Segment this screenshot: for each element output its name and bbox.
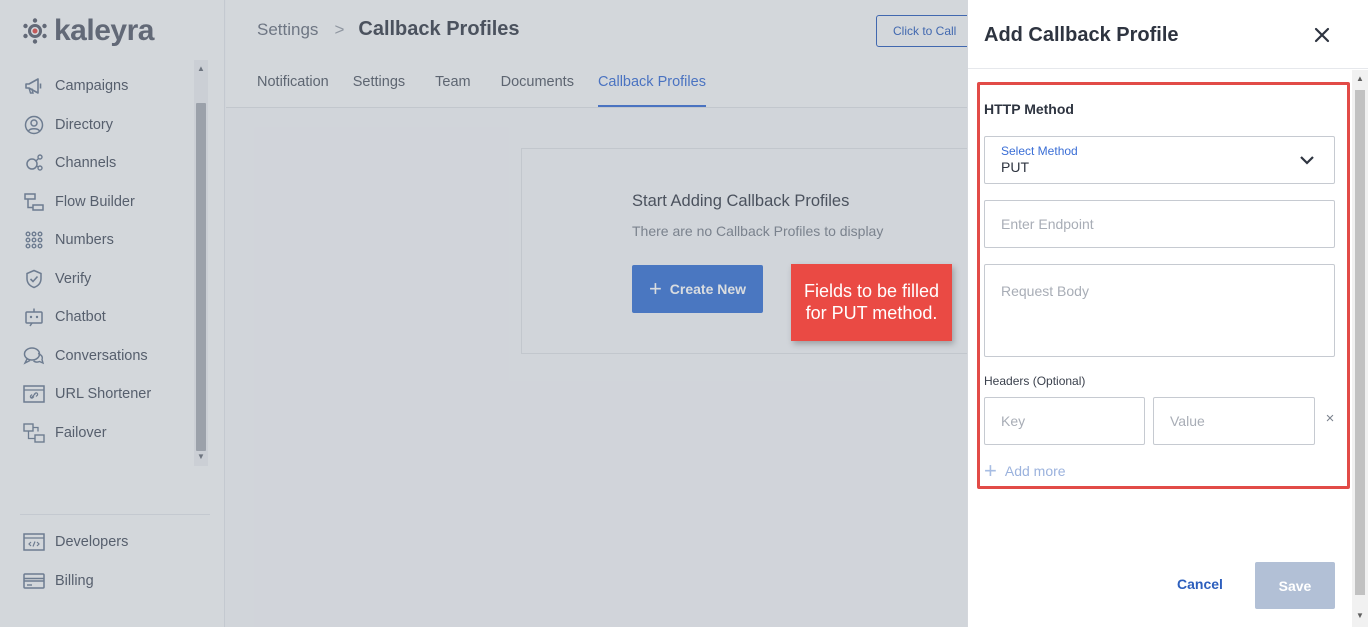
sidebar-item-label: Channels (55, 155, 117, 172)
cancel-button[interactable]: Cancel (1177, 576, 1223, 592)
tab-documents[interactable]: Documents (501, 74, 574, 107)
sidebar-item-conversations[interactable]: Conversations (0, 337, 196, 376)
credit-card-icon (23, 570, 45, 592)
code-icon (23, 531, 45, 553)
scroll-up-arrow-icon[interactable]: ▲ (1355, 74, 1365, 83)
sidebar-item-channels[interactable]: Channels (0, 144, 196, 183)
sidebar-item-label: Numbers (55, 232, 114, 249)
headers-label: Headers (Optional) (984, 374, 1086, 388)
endpoint-input[interactable] (984, 200, 1335, 248)
sidebar-item-directory[interactable]: Directory (0, 106, 196, 145)
sidebar-scrollbar-thumb[interactable] (196, 103, 206, 451)
tab-callback-profiles[interactable]: Callback Profiles (597, 74, 706, 107)
sidebar-item-label: Conversations (55, 347, 148, 364)
sidebar-divider (20, 514, 210, 515)
page-header: Settings > Callback Profiles Click to Ca… (226, 0, 972, 108)
tab-team[interactable]: Team (435, 74, 470, 107)
sidebar-item-label: Billing (55, 572, 94, 589)
brand-logo[interactable]: kaleyra (22, 14, 154, 48)
drawer-scrollbar[interactable]: ▲ ▼ (1352, 70, 1368, 627)
sidebar-item-numbers[interactable]: Numbers (0, 221, 196, 260)
sidebar-item-campaigns[interactable]: Campaigns (0, 67, 196, 106)
sidebar-item-label: Campaigns (55, 78, 129, 95)
settings-tabs: Notification Settings Team Documents Cal… (257, 74, 730, 107)
brand-name: kaleyra (54, 14, 154, 47)
megaphone-icon (23, 75, 45, 97)
sidebar-item-chatbot[interactable]: Chatbot (0, 298, 196, 337)
create-new-label: Create New (669, 281, 747, 297)
breadcrumb-settings[interactable]: Settings (257, 20, 318, 40)
empty-state-subtitle: There are no Callback Profiles to displa… (632, 223, 884, 239)
flow-builder-icon (23, 191, 45, 213)
drawer-header: Add Callback Profile (968, 0, 1368, 69)
breadcrumb: Settings > Callback Profiles (257, 18, 520, 41)
add-more-label: Add more (1004, 463, 1066, 479)
tab-settings[interactable]: Settings (353, 74, 405, 107)
failover-icon (23, 422, 45, 444)
add-more-button[interactable]: + Add more (984, 458, 1066, 483)
tab-notification[interactable]: Notification (257, 74, 329, 107)
http-method-label: HTTP Method (984, 101, 1074, 117)
plus-icon: + (648, 276, 662, 301)
header-key-input[interactable] (984, 397, 1145, 445)
request-body-textarea[interactable] (984, 264, 1335, 357)
chat-bubbles-icon (23, 345, 45, 367)
header-value-input[interactable] (1153, 397, 1315, 445)
sidebar-item-developers[interactable]: Developers (0, 523, 196, 562)
shield-check-icon (23, 268, 45, 290)
page-title: Callback Profiles (358, 18, 520, 40)
scroll-up-arrow-icon[interactable]: ▲ (196, 64, 206, 74)
plus-icon: + (984, 458, 997, 483)
annotation-callout: Fields to be filled for PUT method. (791, 264, 952, 341)
user-circle-icon (23, 114, 45, 136)
sidebar-item-billing[interactable]: Billing (0, 562, 196, 601)
remove-header-icon[interactable]: × (1324, 411, 1336, 426)
sidebar: kaleyra Campaigns Directory Channels Flo… (0, 0, 225, 627)
sidebar-item-label: Failover (55, 424, 107, 441)
sidebar-item-url-shortener[interactable]: URL Shortener (0, 375, 196, 414)
chevron-right-icon: > (334, 19, 345, 39)
empty-state-title: Start Adding Callback Profiles (632, 192, 850, 210)
method-select-label: Select Method (1001, 144, 1078, 158)
sidebar-item-label: Verify (55, 270, 92, 287)
sidebar-nav: Campaigns Directory Channels Flow Builde… (0, 67, 196, 452)
sidebar-item-verify[interactable]: Verify (0, 260, 196, 299)
drawer-scrollbar-thumb[interactable] (1355, 90, 1365, 595)
scroll-down-arrow-icon[interactable]: ▼ (196, 452, 206, 462)
save-button[interactable]: Save (1255, 562, 1335, 609)
method-select[interactable]: Select Method PUT (984, 136, 1335, 184)
method-select-value: PUT (1001, 159, 1029, 175)
sidebar-item-label: Chatbot (55, 309, 106, 326)
add-callback-profile-drawer: Add Callback Profile HTTP Method Select … (967, 0, 1368, 627)
sidebar-item-label: Directory (55, 116, 114, 133)
click-to-call-button[interactable]: Click to Call (876, 15, 972, 47)
sidebar-item-failover[interactable]: Failover (0, 414, 196, 453)
create-new-button[interactable]: + Create New (632, 265, 763, 313)
scroll-down-arrow-icon[interactable]: ▼ (1355, 611, 1365, 620)
sidebar-item-flow-builder[interactable]: Flow Builder (0, 183, 196, 222)
close-icon[interactable] (1309, 22, 1335, 48)
sidebar-item-label: Developers (55, 534, 129, 551)
sidebar-item-label: URL Shortener (55, 386, 152, 403)
main-content: Start Adding Callback Profiles There are… (226, 108, 981, 627)
chevron-down-icon (1300, 156, 1314, 165)
sidebar-bottom-nav: Developers Billing (0, 523, 196, 600)
channels-icon (23, 152, 45, 174)
link-icon (23, 383, 45, 405)
kaleyra-logo-icon (23, 18, 47, 44)
sidebar-item-label: Flow Builder (55, 193, 135, 210)
drawer-title: Add Callback Profile (984, 24, 1179, 46)
chatbot-icon (23, 306, 45, 328)
numbers-grid-icon (23, 229, 45, 251)
